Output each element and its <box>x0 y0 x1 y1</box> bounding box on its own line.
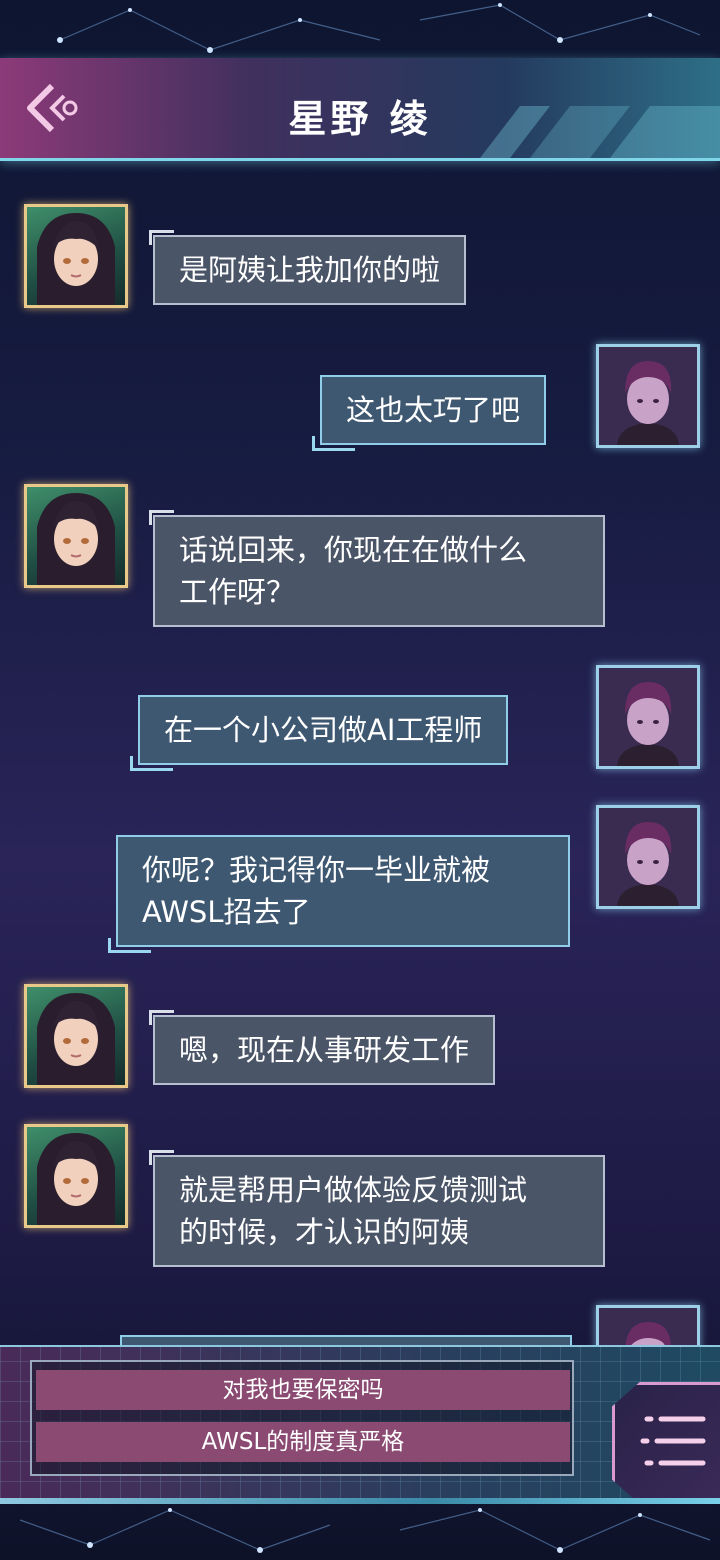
message-text: 嗯，现在从事研发工作 <box>179 1033 470 1067</box>
contact-avatar[interactable] <box>24 984 128 1088</box>
girl-portrait-icon <box>37 1133 115 1225</box>
message-text: 这也太巧了吧 <box>346 393 521 427</box>
message-text: 在一个小公司做AI工程师 <box>164 713 483 747</box>
boy-portrait-icon <box>599 1308 697 1345</box>
reply-option[interactable]: 对我也要保密吗 <box>36 1370 570 1410</box>
my-avatar[interactable] <box>596 665 700 769</box>
message-bubble: 这也太巧了吧 <box>312 375 547 451</box>
message-bubble: 是阿姨让我加你的啦 <box>149 230 467 305</box>
girl-portrait-icon <box>37 993 115 1085</box>
my-avatar[interactable] <box>596 1305 700 1345</box>
message-bubble-partial <box>120 1335 572 1345</box>
header-decoration <box>480 106 720 158</box>
message-line: 你呢？我记得你一毕业就被 <box>142 853 491 887</box>
boy-portrait-icon <box>599 347 697 445</box>
message-line: 工作呀？ <box>179 575 296 609</box>
message-line: AWSL招去了 <box>142 895 311 929</box>
message-bubble: 嗯，现在从事研发工作 <box>149 1010 496 1085</box>
message-line: 的时候，才认识的阿姨 <box>179 1215 470 1249</box>
reply-option[interactable]: AWSL的制度真严格 <box>36 1422 570 1462</box>
message-bubble: 在一个小公司做AI工程师 <box>130 695 509 771</box>
message-bubble: 你呢？我记得你一毕业就被 AWSL招去了 <box>108 835 570 953</box>
my-avatar[interactable] <box>596 344 700 448</box>
menu-button[interactable] <box>612 1382 720 1504</box>
boy-portrait-icon <box>599 668 697 766</box>
message-text: 是阿姨让我加你的啦 <box>179 253 441 287</box>
menu-list-icon <box>640 1416 706 1466</box>
message-list[interactable]: 是阿姨让我加你的啦 这也太巧了吧 话说回来，你现在在做什么 工作呀？ 在一个小公… <box>0 160 720 1345</box>
contact-avatar[interactable] <box>24 1124 128 1228</box>
bottom-divider <box>0 1498 720 1504</box>
contact-avatar[interactable] <box>24 484 128 588</box>
message-line: 话说回来，你现在在做什么 <box>179 533 528 567</box>
message-bubble: 话说回来，你现在在做什么 工作呀？ <box>149 510 605 627</box>
message-bubble: 就是帮用户做体验反馈测试 的时候，才认识的阿姨 <box>149 1150 605 1267</box>
message-line: 就是帮用户做体验反馈测试 <box>179 1173 528 1207</box>
my-avatar[interactable] <box>596 805 700 909</box>
girl-portrait-icon <box>37 493 115 585</box>
boy-portrait-icon <box>599 808 697 906</box>
girl-portrait-icon <box>37 213 115 305</box>
reply-options: 对我也要保密吗 AWSL的制度真严格 <box>30 1360 574 1476</box>
contact-avatar[interactable] <box>24 204 128 308</box>
chat-header: 星野 绫 <box>0 58 720 161</box>
